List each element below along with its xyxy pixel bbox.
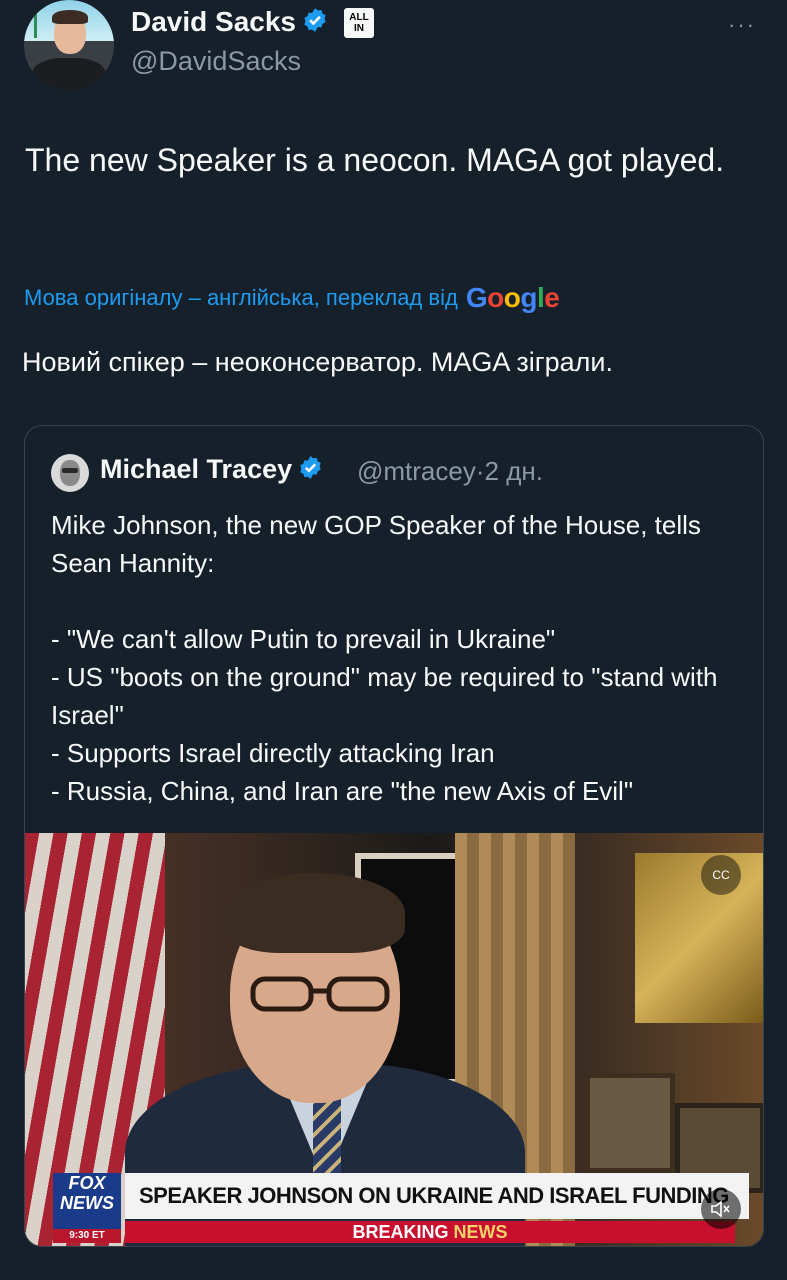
verified-badge-icon — [302, 7, 328, 40]
palm-tree-decoration — [26, 2, 44, 38]
quoted-tweet-card[interactable]: Michael Tracey @mtracey·2 дн. Mike Johns… — [24, 425, 764, 1247]
tweet-text: The new Speaker is a neocon. MAGA got pl… — [25, 142, 725, 178]
affiliate-badge-line2: IN — [354, 23, 364, 34]
quoted-author-name-text[interactable]: Michael Tracey — [100, 454, 292, 484]
google-logo: Google — [465, 282, 560, 313]
quoted-author-name[interactable]: Michael Tracey — [100, 454, 323, 487]
quoted-avatar-face — [60, 460, 80, 486]
avatar-body — [32, 58, 106, 90]
quoted-video[interactable]: CC FOX NEWS 9:30 ET SPEAKER JOHNSON ON U… — [25, 833, 763, 1246]
background-gold-frame — [635, 853, 763, 1023]
breaking-news-banner: BREAKING NEWS — [125, 1221, 735, 1243]
translation-notice-text[interactable]: Мова оригіналу – англійська, переклад ві… — [24, 285, 458, 311]
translated-text: Новий спікер – неоконсерватор. MAGA зігр… — [22, 347, 614, 377]
news-label: NEWS — [453, 1222, 508, 1242]
quoted-verified-badge-icon — [298, 455, 323, 487]
quoted-tweet-text: Mike Johnson, the new GOP Speaker of the… — [51, 510, 718, 806]
affiliate-badge-line1: ALL — [349, 12, 369, 23]
breaking-label: BREAKING — [352, 1222, 449, 1242]
quoted-author-avatar[interactable] — [51, 454, 89, 492]
fox-logo-time: 9:30 ET — [53, 1229, 121, 1243]
background-photo-frame — [585, 1073, 675, 1173]
captions-button[interactable]: CC — [701, 855, 741, 895]
captions-icon: CC — [712, 868, 730, 882]
news-chyron: SPEAKER JOHNSON ON UKRAINE AND ISRAEL FU… — [125, 1173, 749, 1219]
avatar-hair — [52, 10, 88, 24]
affiliate-badge[interactable]: ALL IN — [344, 8, 374, 38]
fox-logo-line1: FOX — [68, 1173, 106, 1193]
quoted-author-handle[interactable]: @mtracey — [357, 456, 476, 486]
speaker-hair — [225, 873, 405, 953]
quoted-author-meta: @mtracey·2 дн. — [357, 456, 543, 487]
unmute-button[interactable] — [701, 1189, 741, 1229]
quoted-timestamp[interactable]: 2 дн. — [485, 456, 543, 486]
speaker-glasses — [250, 976, 390, 1012]
author-handle[interactable]: @DavidSacks — [131, 46, 301, 77]
author-avatar[interactable] — [24, 0, 114, 90]
quoted-avatar-glasses — [62, 468, 78, 473]
fox-news-logo: FOX NEWS 9:30 ET — [53, 1173, 121, 1243]
translation-notice[interactable]: Мова оригіналу – англійська, переклад ві… — [24, 282, 560, 314]
fox-logo-line2: NEWS — [60, 1193, 114, 1213]
author-name[interactable]: David Sacks — [131, 6, 328, 40]
speaker-muted-icon — [711, 1200, 730, 1218]
meta-separator: · — [475, 456, 485, 486]
more-options-icon[interactable]: ··· — [728, 12, 756, 38]
author-name-text[interactable]: David Sacks — [131, 6, 296, 37]
